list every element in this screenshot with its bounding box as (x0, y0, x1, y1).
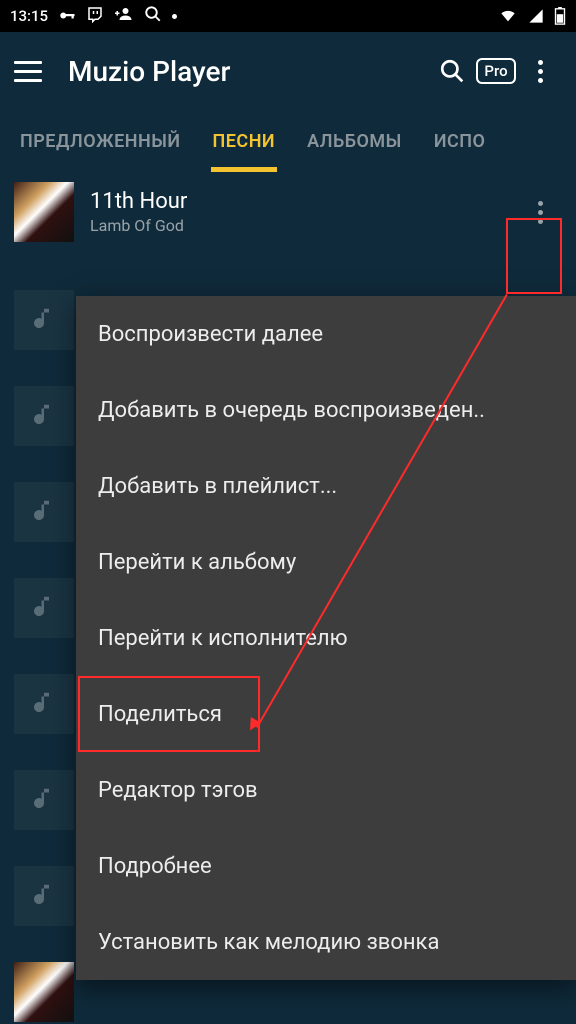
music-note-icon (14, 482, 74, 542)
song-list-icons (14, 290, 80, 1024)
song-row[interactable]: 11th Hour Lamb Of God (0, 172, 576, 252)
kebab-icon (538, 201, 543, 224)
wifi-icon (498, 8, 518, 24)
menu-go-to-artist[interactable]: Перейти к исполнителю (76, 600, 576, 676)
app-toolbar: Muzio Player Pro (0, 32, 576, 110)
pro-button[interactable]: Pro (474, 49, 518, 93)
music-note-icon (14, 770, 74, 830)
status-time: 13:15 (10, 7, 48, 25)
tab-artists[interactable]: ИСПО (418, 110, 502, 172)
app-title: Muzio Player (68, 55, 430, 88)
status-bar: 13:15 (0, 0, 576, 32)
menu-share[interactable]: Поделиться (76, 676, 576, 752)
dot-icon (172, 14, 177, 19)
menu-add-to-playlist[interactable]: Добавить в плейлист... (76, 448, 576, 524)
tab-bar: ПРЕДЛОЖЕННЫЙ ПЕСНИ АЛЬБОМЫ ИСПО (0, 110, 576, 172)
tab-suggested[interactable]: ПРЕДЛОЖЕННЫЙ (4, 110, 197, 172)
overflow-button[interactable] (518, 49, 562, 93)
search-button[interactable] (430, 49, 474, 93)
menu-play-next[interactable]: Воспроизвести далее (76, 296, 576, 372)
menu-go-to-album[interactable]: Перейти к альбому (76, 524, 576, 600)
music-note-icon (14, 866, 74, 926)
tab-albums[interactable]: АЛЬБОМЫ (291, 110, 418, 172)
search-small-icon (144, 5, 162, 27)
music-note-icon (14, 674, 74, 734)
album-art (14, 962, 74, 1022)
tab-songs[interactable]: ПЕСНИ (197, 110, 292, 172)
key-icon (58, 5, 76, 27)
song-overflow-button[interactable] (518, 190, 562, 234)
song-info: 11th Hour Lamb Of God (90, 189, 518, 235)
battery-icon (554, 7, 566, 25)
menu-add-to-queue[interactable]: Добавить в очередь воспроизведен.. (76, 372, 576, 448)
album-art (14, 182, 74, 242)
menu-set-ringtone[interactable]: Установить как мелодию звонка (76, 904, 576, 980)
music-note-icon (14, 386, 74, 446)
status-right-group (498, 7, 566, 25)
music-note-icon (14, 290, 74, 350)
music-note-icon (14, 578, 74, 638)
twitch-icon (86, 5, 104, 27)
signal-icon (528, 8, 544, 24)
kebab-icon (538, 60, 543, 83)
song-context-menu: Воспроизвести далее Добавить в очередь в… (76, 296, 576, 980)
menu-tag-editor[interactable]: Редактор тэгов (76, 752, 576, 828)
pro-badge-label: Pro (476, 58, 515, 84)
menu-details[interactable]: Подробнее (76, 828, 576, 904)
song-artist: Lamb Of God (90, 216, 518, 235)
song-title: 11th Hour (90, 189, 518, 214)
menu-button[interactable] (14, 55, 46, 87)
person-add-icon (114, 5, 134, 27)
status-left-group: 13:15 (10, 5, 177, 27)
